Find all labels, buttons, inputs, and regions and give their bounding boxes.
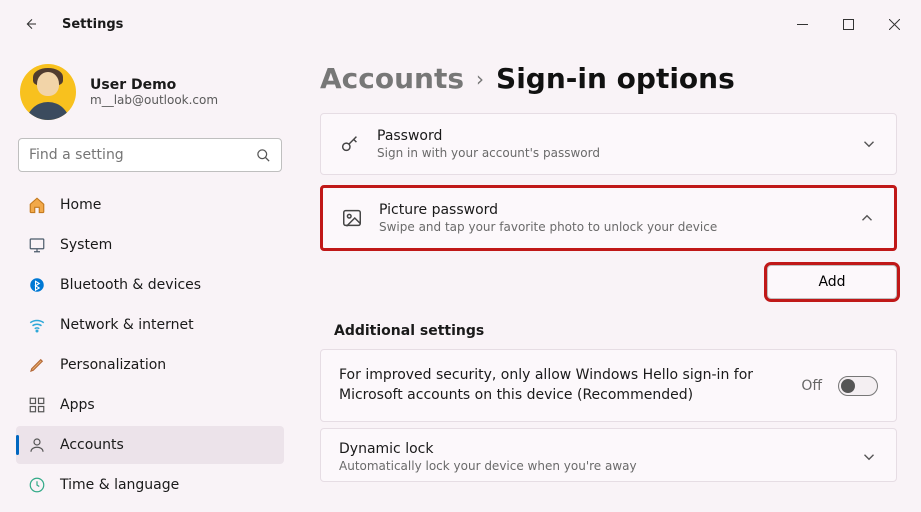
close-icon bbox=[889, 19, 900, 30]
breadcrumb-parent[interactable]: Accounts bbox=[320, 62, 464, 95]
hello-toggle[interactable] bbox=[838, 376, 878, 396]
back-button[interactable] bbox=[10, 4, 50, 44]
hello-signin-card: For improved security, only allow Window… bbox=[320, 349, 897, 422]
toggle-state-label: Off bbox=[801, 378, 822, 394]
sidebar: User Demo m__lab@outlook.com Home System… bbox=[0, 48, 300, 512]
wifi-icon bbox=[28, 316, 46, 334]
profile-block[interactable]: User Demo m__lab@outlook.com bbox=[16, 60, 284, 138]
add-button[interactable]: Add bbox=[767, 265, 897, 299]
chevron-up-icon bbox=[858, 209, 876, 227]
chevron-down-icon bbox=[860, 135, 878, 153]
window-title: Settings bbox=[62, 17, 123, 32]
nav-list: Home System Bluetooth & devices Network … bbox=[16, 186, 284, 504]
bluetooth-icon bbox=[28, 276, 46, 294]
minimize-icon bbox=[797, 19, 808, 30]
chevron-down-icon bbox=[860, 448, 878, 466]
nav-label: System bbox=[60, 237, 112, 253]
nav-item-accounts[interactable]: Accounts bbox=[16, 426, 284, 464]
maximize-icon bbox=[843, 19, 854, 30]
card-title: Picture password bbox=[379, 202, 842, 218]
breadcrumb: Accounts › Sign-in options bbox=[320, 62, 897, 95]
card-title: Password bbox=[377, 128, 844, 144]
minimize-button[interactable] bbox=[779, 8, 825, 40]
avatar bbox=[20, 64, 76, 120]
nav-label: Network & internet bbox=[60, 317, 194, 333]
nav-item-home[interactable]: Home bbox=[16, 186, 284, 224]
setting-text: For improved security, only allow Window… bbox=[339, 366, 785, 405]
picture-password-card[interactable]: Picture password Swipe and tap your favo… bbox=[320, 185, 897, 251]
card-subtitle: Automatically lock your device when you'… bbox=[339, 459, 844, 473]
apps-icon bbox=[28, 396, 46, 414]
card-title: Dynamic lock bbox=[339, 441, 844, 457]
nav-label: Accounts bbox=[60, 437, 124, 453]
search-icon bbox=[256, 148, 271, 163]
profile-email: m__lab@outlook.com bbox=[90, 93, 218, 107]
nav-label: Home bbox=[60, 197, 101, 213]
home-icon bbox=[28, 196, 46, 214]
password-card[interactable]: Password Sign in with your account's pas… bbox=[320, 113, 897, 175]
nav-label: Time & language bbox=[60, 477, 179, 493]
close-button[interactable] bbox=[871, 8, 917, 40]
card-subtitle: Sign in with your account's password bbox=[377, 146, 844, 160]
globe-clock-icon bbox=[28, 476, 46, 494]
titlebar: Settings bbox=[0, 0, 921, 48]
card-subtitle: Swipe and tap your favorite photo to unl… bbox=[379, 220, 842, 234]
search-box[interactable] bbox=[18, 138, 282, 172]
nav-item-time-language[interactable]: Time & language bbox=[16, 466, 284, 504]
nav-label: Apps bbox=[60, 397, 95, 413]
nav-item-bluetooth[interactable]: Bluetooth & devices bbox=[16, 266, 284, 304]
key-icon bbox=[339, 133, 361, 155]
profile-name: User Demo bbox=[90, 77, 218, 93]
person-icon bbox=[28, 436, 46, 454]
dynamic-lock-card[interactable]: Dynamic lock Automatically lock your dev… bbox=[320, 428, 897, 482]
nav-item-personalization[interactable]: Personalization bbox=[16, 346, 284, 384]
picture-icon bbox=[341, 207, 363, 229]
nav-label: Bluetooth & devices bbox=[60, 277, 201, 293]
page-title: Sign-in options bbox=[496, 62, 735, 95]
nav-label: Personalization bbox=[60, 357, 166, 373]
search-input[interactable] bbox=[29, 147, 256, 163]
nav-item-system[interactable]: System bbox=[16, 226, 284, 264]
chevron-right-icon: › bbox=[476, 67, 484, 91]
nav-item-apps[interactable]: Apps bbox=[16, 386, 284, 424]
nav-item-network[interactable]: Network & internet bbox=[16, 306, 284, 344]
system-icon bbox=[28, 236, 46, 254]
additional-settings-heading: Additional settings bbox=[334, 323, 897, 339]
maximize-button[interactable] bbox=[825, 8, 871, 40]
paintbrush-icon bbox=[28, 356, 46, 374]
arrow-left-icon bbox=[22, 16, 38, 32]
main-content: Accounts › Sign-in options Password Sign… bbox=[300, 48, 921, 512]
